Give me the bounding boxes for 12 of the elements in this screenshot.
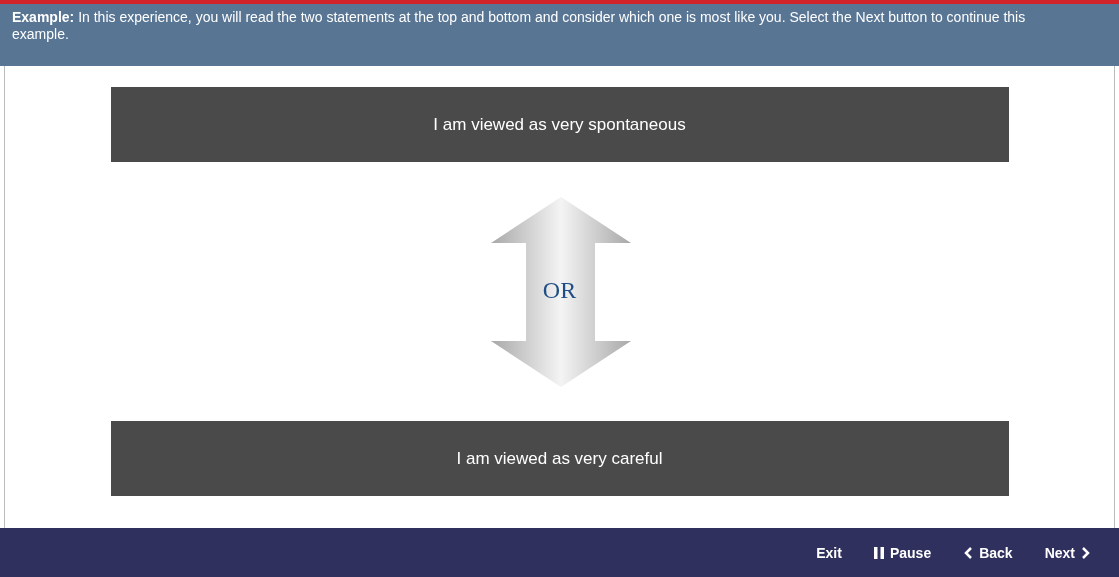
chevron-left-icon bbox=[963, 546, 974, 559]
next-button[interactable]: Next bbox=[1030, 538, 1105, 567]
statement-card[interactable]: I am viewed as very careful bbox=[110, 421, 1009, 496]
exit-button[interactable]: Exit bbox=[802, 538, 856, 567]
chevron-right-icon bbox=[1081, 546, 1091, 559]
pause-button[interactable]: Pause bbox=[859, 538, 946, 567]
double-arrow-icon bbox=[490, 196, 631, 387]
back-button[interactable]: Back bbox=[949, 538, 1027, 567]
instructions-text: Example: In this experience, you will read the two statements at the top and bottom and consider which one is most like you. Select the Next button to continue this example. bbox=[0, 4, 1119, 66]
or-label: OR bbox=[542, 276, 577, 303]
pause-icon bbox=[873, 546, 884, 559]
statement-card[interactable]: I am viewed as very spontaneous bbox=[110, 87, 1009, 162]
